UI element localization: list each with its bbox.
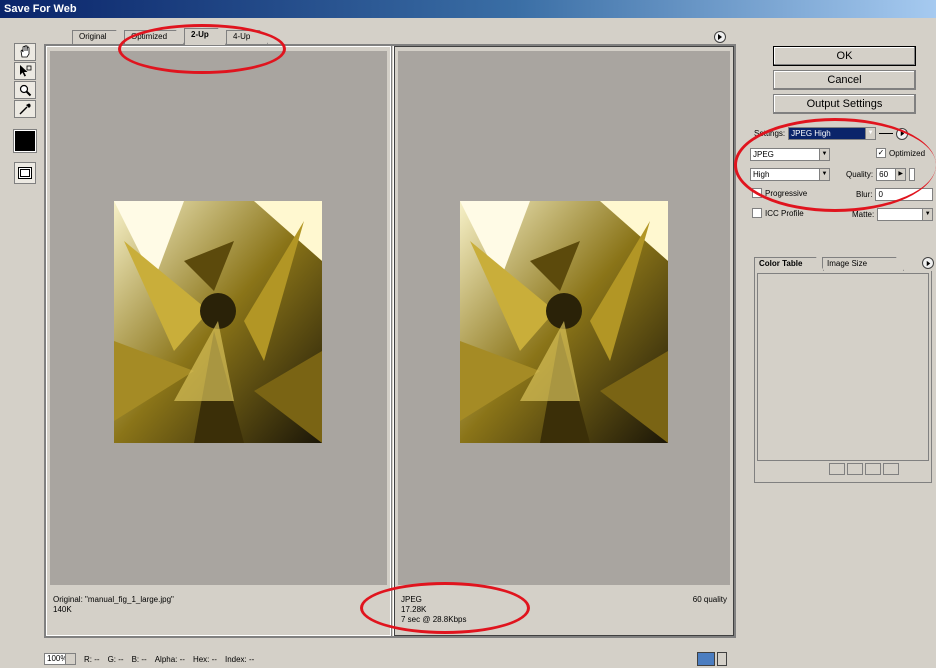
arrow-right-icon: [926, 260, 930, 266]
original-filename: Original: "manual_fig_1_large.jpg": [53, 595, 174, 604]
settings-preset-value: JPEG High: [791, 129, 831, 138]
original-info: Original: "manual_fig_1_large.jpg" 140K: [53, 595, 384, 615]
preview-area: Original: "manual_fig_1_large.jpg" 140K: [44, 44, 736, 638]
optimized-pane[interactable]: JPEG 17.28K 7 sec @ 28.8Kbps 60 quality: [394, 46, 734, 636]
chevron-down-icon: ▼: [922, 209, 933, 220]
tab-color-table[interactable]: Color Table: [754, 257, 824, 271]
chevron-down-icon: ▼: [865, 128, 876, 139]
tab-original[interactable]: Original: [72, 30, 124, 44]
menu-line: [879, 133, 894, 134]
preview-in-browser-icon[interactable]: [697, 652, 715, 666]
status-g: G: --: [107, 654, 124, 664]
blur-label: Blur:: [856, 190, 873, 199]
tab-optimized[interactable]: Optimized: [124, 30, 184, 44]
quality-optimize-button[interactable]: [909, 168, 916, 181]
blur-value: 0: [878, 190, 883, 199]
preview-menu-button[interactable]: [714, 31, 726, 43]
status-hex: Hex: --: [192, 654, 217, 664]
optimized-format: JPEG: [401, 595, 422, 604]
color-table-buttons: [829, 463, 899, 475]
ok-button[interactable]: OK: [773, 46, 916, 66]
lock-color-icon[interactable]: [847, 463, 863, 475]
optimized-download-time: 7 sec @ 28.8Kbps: [401, 615, 467, 624]
chevron-down-icon: [65, 654, 75, 664]
status-r: R: --: [84, 654, 100, 664]
optimize-settings: Settings: JPEG High ▼ JPEG ▼ ✓ Optimized…: [748, 124, 936, 234]
optimized-filesize: 17.28K: [401, 605, 427, 614]
toggle-slices-icon[interactable]: [14, 162, 36, 184]
hand-tool-icon[interactable]: [14, 43, 36, 61]
format-select[interactable]: JPEG ▼: [750, 148, 830, 161]
format-value: JPEG: [753, 150, 774, 159]
view-tabs: Original Optimized 2-Up 4-Up: [58, 26, 738, 44]
optimized-quality: 60 quality: [692, 595, 727, 604]
matte-label: Matte:: [852, 210, 875, 219]
status-b: B: --: [131, 654, 147, 664]
status-alpha: Alpha: --: [154, 654, 185, 664]
web-shift-icon[interactable]: [829, 463, 845, 475]
new-color-icon[interactable]: [865, 463, 881, 475]
progressive-checkbox[interactable]: [752, 188, 762, 198]
toolbox: [12, 42, 40, 184]
original-filesize: 140K: [53, 605, 72, 614]
eyedropper-color-swatch[interactable]: [13, 129, 37, 153]
chevron-right-icon: ▶: [895, 169, 906, 180]
cancel-button[interactable]: Cancel: [773, 70, 916, 90]
optimized-checkbox[interactable]: ✓: [876, 148, 886, 158]
window-title: Save For Web: [0, 0, 936, 18]
arrow-right-icon: [718, 34, 722, 40]
optimized-canvas[interactable]: [398, 51, 730, 585]
slice-select-tool-icon[interactable]: [14, 62, 36, 80]
browser-menu-chevron-icon[interactable]: [717, 652, 727, 666]
icc-profile-label: ICC Profile: [765, 208, 804, 218]
side-panel-tabs: Color Table Image Size: [754, 255, 936, 271]
blur-input[interactable]: 0: [875, 188, 934, 201]
output-settings-button[interactable]: Output Settings: [773, 94, 916, 114]
optimized-label: Optimized: [889, 148, 926, 158]
chevron-down-icon: ▼: [819, 169, 829, 180]
zoom-tool-icon[interactable]: [14, 81, 36, 99]
tab-image-size[interactable]: Image Size: [822, 257, 904, 271]
chevron-down-icon: ▼: [819, 149, 829, 160]
original-pane[interactable]: Original: "manual_fig_1_large.jpg" 140K: [46, 46, 391, 636]
tab-2-up[interactable]: 2-Up: [184, 28, 226, 45]
progressive-label: Progressive: [765, 188, 808, 198]
quality-label: Quality:: [846, 170, 874, 179]
tab-4-up[interactable]: 4-Up: [226, 30, 268, 44]
optimize-menu-button[interactable]: [896, 127, 909, 140]
settings-label: Settings:: [754, 129, 786, 138]
optimized-info: JPEG 17.28K 7 sec @ 28.8Kbps 60 quality: [401, 595, 727, 625]
color-table-swatches[interactable]: [757, 273, 929, 461]
zoom-select[interactable]: 100%: [44, 653, 76, 665]
settings-preset-select[interactable]: JPEG High ▼: [788, 127, 877, 140]
status-bar: 100% R: -- G: -- B: -- Alpha: -- Hex: --…: [44, 652, 736, 666]
compression-value: High: [753, 170, 770, 179]
status-index: Index: --: [224, 654, 255, 664]
original-image: [114, 201, 322, 443]
quality-input[interactable]: 60 ▶: [876, 168, 907, 181]
compression-select[interactable]: High ▼: [750, 168, 830, 181]
original-canvas[interactable]: [50, 51, 387, 585]
color-table-panel: [754, 271, 932, 483]
optimized-image: [460, 201, 668, 443]
color-table-menu-button[interactable]: [922, 257, 934, 269]
trash-icon[interactable]: [883, 463, 899, 475]
arrow-right-icon: [900, 130, 904, 137]
matte-select[interactable]: ▼: [877, 208, 934, 221]
quality-value: 60: [879, 170, 889, 179]
eyedropper-tool-icon[interactable]: [14, 100, 36, 118]
icc-profile-checkbox[interactable]: [752, 208, 762, 218]
